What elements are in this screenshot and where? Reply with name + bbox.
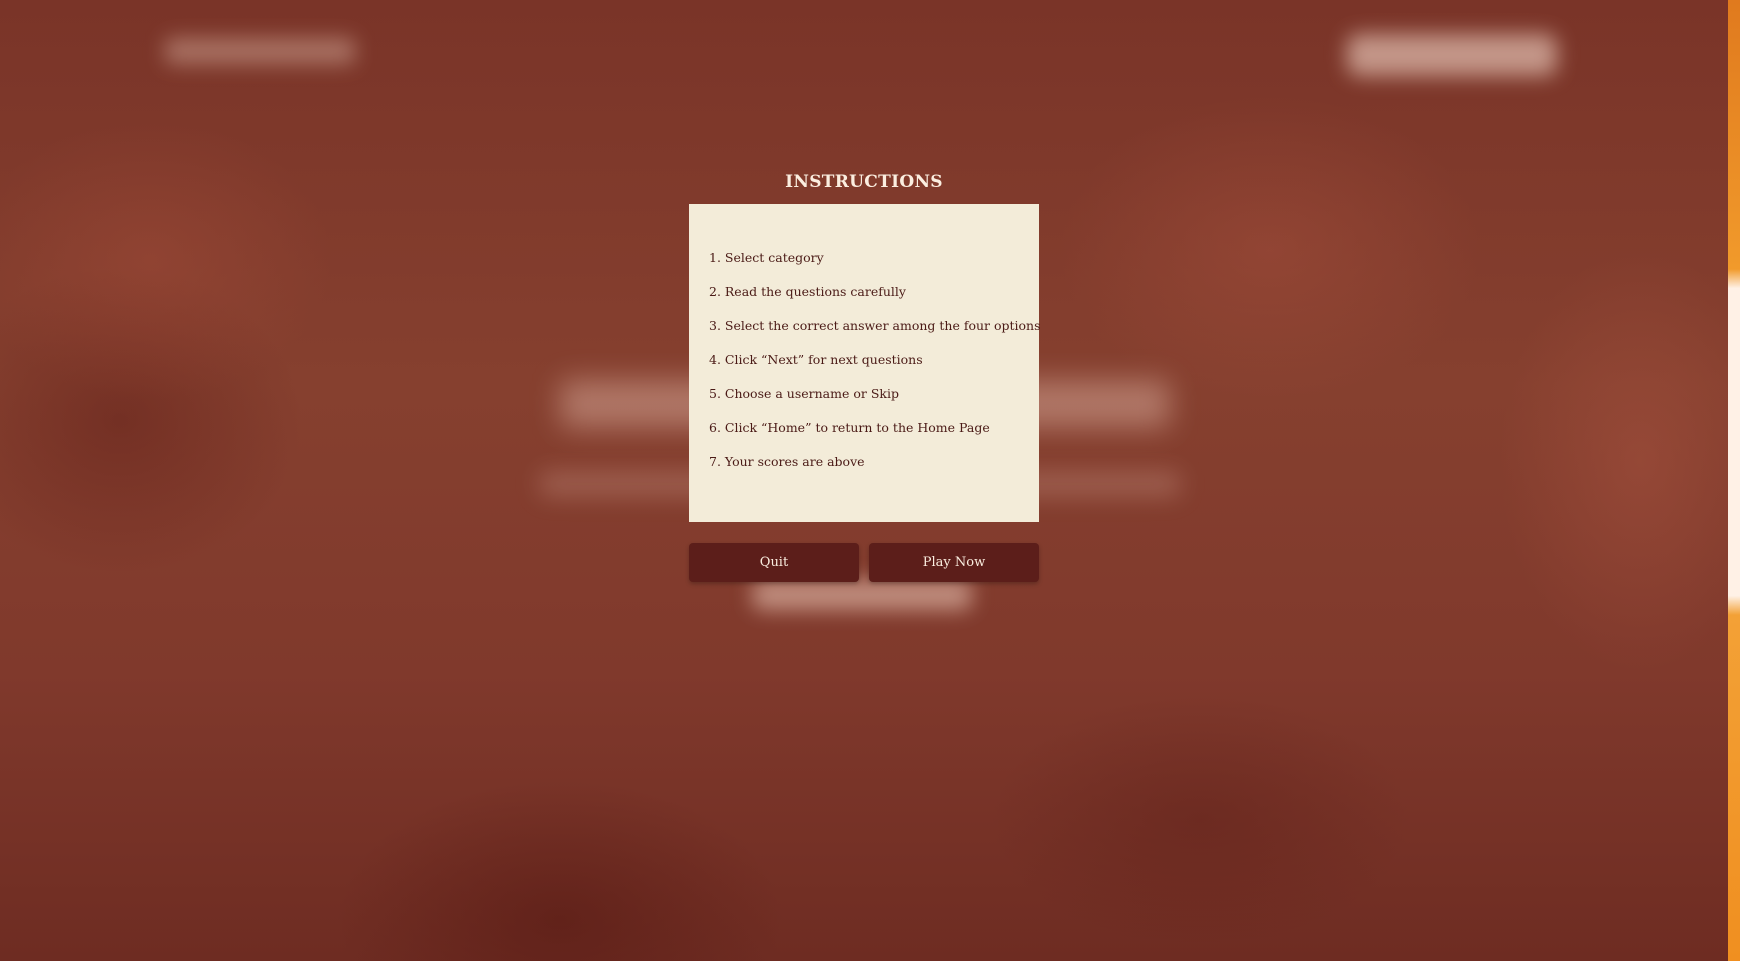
instructions-title: INSTRUCTIONS: [785, 172, 943, 192]
instruction-step: 3. Select the correct answer among the f…: [709, 318, 1041, 333]
blurred-logo: [165, 38, 355, 64]
instruction-step: 4. Click “Next” for next questions: [709, 352, 923, 367]
instructions-list: 1. Select category 2. Read the questions…: [709, 250, 1041, 470]
instruction-step: 2. Read the questions carefully: [709, 284, 906, 299]
instruction-step: 1. Select category: [709, 250, 824, 265]
instruction-step: 6. Click “Home” to return to the Home Pa…: [709, 420, 990, 435]
instructions-panel: 1. Select category 2. Read the questions…: [689, 204, 1041, 522]
instruction-step: 7. Your scores are above: [709, 454, 865, 469]
blurred-nav-button: [1347, 34, 1557, 76]
play-now-button[interactable]: Play Now: [869, 543, 1039, 582]
blurred-hero-button: [752, 580, 972, 610]
instruction-step: 5. Choose a username or Skip: [709, 386, 899, 401]
quit-button[interactable]: Quit: [689, 543, 859, 582]
page-scrollbar[interactable]: [1728, 0, 1740, 961]
